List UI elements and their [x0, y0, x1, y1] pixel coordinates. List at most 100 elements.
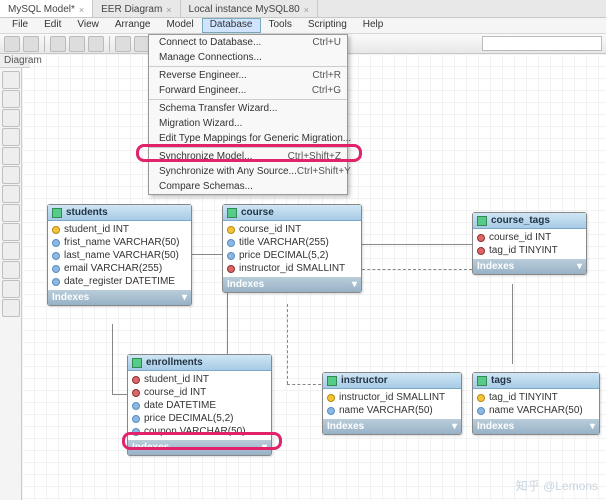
toolbar-button[interactable]: [115, 36, 131, 52]
document-tabs: MySQL Model*× EER Diagram× Local instanc…: [0, 0, 606, 18]
column-icon: [132, 415, 140, 423]
column-icon: [132, 402, 140, 410]
search-input[interactable]: [482, 36, 602, 51]
image-tool-icon[interactable]: [2, 166, 20, 184]
toolbar-button[interactable]: [88, 36, 104, 52]
indexes-section[interactable]: Indexes▾: [473, 259, 586, 274]
column[interactable]: student_id INT: [48, 223, 191, 236]
menu-item-schema-transfer[interactable]: Schema Transfer Wizard...: [149, 101, 347, 116]
watermark: 知乎 @Lemons: [516, 477, 598, 494]
hand-tool-icon[interactable]: [2, 90, 20, 108]
panel-title: Diagram: [0, 54, 30, 68]
column[interactable]: course_id INT: [223, 223, 361, 236]
column[interactable]: course_id INT: [128, 386, 271, 399]
menu-edit[interactable]: Edit: [36, 18, 69, 33]
tab-connection[interactable]: Local instance MySQL80×: [181, 0, 318, 17]
menu-item-synchronize-model[interactable]: Synchronize Model...Ctrl+Shift+Z: [149, 149, 347, 164]
eraser-tool-icon[interactable]: [2, 109, 20, 127]
table-icon: [132, 358, 142, 368]
menu-item-type-mappings[interactable]: Edit Type Mappings for Generic Migration…: [149, 131, 347, 146]
column[interactable]: title VARCHAR(255): [223, 236, 361, 249]
indexes-section[interactable]: Indexes▾: [48, 290, 191, 305]
close-icon[interactable]: ×: [304, 5, 309, 15]
entity-enrollments[interactable]: enrollments student_id INT course_id INT…: [127, 354, 272, 456]
relation-11-tool-icon[interactable]: [2, 204, 20, 222]
menu-help[interactable]: Help: [355, 18, 392, 33]
close-icon[interactable]: ×: [79, 5, 84, 15]
layer-tool-icon[interactable]: [2, 128, 20, 146]
relation-11b-tool-icon[interactable]: [2, 242, 20, 260]
column[interactable]: instructor_id SMALLINT: [223, 262, 361, 275]
entity-course[interactable]: course course_id INT title VARCHAR(255) …: [222, 204, 362, 293]
indexes-section[interactable]: Indexes▾: [473, 419, 599, 434]
column[interactable]: name VARCHAR(50): [473, 404, 599, 417]
toolbar-button[interactable]: [4, 36, 20, 52]
entity-students[interactable]: students student_id INT frist_name VARCH…: [47, 204, 192, 306]
column[interactable]: course_id INT: [473, 231, 586, 244]
relation-place-tool-icon[interactable]: [2, 299, 20, 317]
menu-item-migration-wizard[interactable]: Migration Wizard...: [149, 116, 347, 131]
entity-tags[interactable]: tags tag_id TINYINT name VARCHAR(50) Ind…: [472, 372, 600, 435]
pk-icon: [227, 226, 235, 234]
chevron-down-icon: ▾: [452, 421, 457, 432]
column[interactable]: date DATETIME: [128, 399, 271, 412]
menu-scripting[interactable]: Scripting: [300, 18, 355, 33]
toolbar-button[interactable]: [50, 36, 66, 52]
close-icon[interactable]: ×: [166, 5, 171, 15]
menu-item-connect[interactable]: Connect to Database...Ctrl+U: [149, 35, 347, 50]
column[interactable]: instructor_id SMALLINT: [323, 391, 461, 404]
column[interactable]: date_register DATETIME: [48, 275, 191, 288]
menu-item-compare-schemas[interactable]: Compare Schemas...: [149, 179, 347, 194]
database-menu-dropdown: Connect to Database...Ctrl+U Manage Conn…: [148, 34, 348, 195]
menu-view[interactable]: View: [69, 18, 107, 33]
indexes-section[interactable]: Indexes▾: [323, 419, 461, 434]
column[interactable]: price DECIMAL(5,2): [223, 249, 361, 262]
column[interactable]: tag_id TINYINT: [473, 391, 599, 404]
table-icon: [477, 216, 487, 226]
entity-instructor[interactable]: instructor instructor_id SMALLINT name V…: [322, 372, 462, 435]
menu-item-manage-connections[interactable]: Manage Connections...: [149, 50, 347, 65]
relation-1n-tool-icon[interactable]: [2, 223, 20, 241]
column-icon: [227, 252, 235, 260]
separator: [109, 36, 110, 52]
column[interactable]: coupon VARCHAR(50): [128, 425, 271, 438]
relation-nm-tool-icon[interactable]: [2, 280, 20, 298]
column[interactable]: email VARCHAR(255): [48, 262, 191, 275]
column[interactable]: last_name VARCHAR(50): [48, 249, 191, 262]
column[interactable]: name VARCHAR(50): [323, 404, 461, 417]
entity-title: course: [241, 207, 274, 218]
menu-database[interactable]: Database: [202, 18, 261, 33]
menu-item-forward-engineer[interactable]: Forward Engineer...Ctrl+G: [149, 83, 347, 98]
toolbar-button[interactable]: [69, 36, 85, 52]
indexes-section[interactable]: Indexes▾: [223, 277, 361, 292]
note-tool-icon[interactable]: [2, 147, 20, 165]
tab-model[interactable]: MySQL Model*×: [0, 0, 93, 17]
table-icon: [327, 376, 337, 386]
entity-title: enrollments: [146, 357, 203, 368]
column[interactable]: tag_id TINYINT: [473, 244, 586, 257]
fk-icon: [130, 374, 141, 385]
entity-course-tags[interactable]: course_tags course_id INT tag_id TINYINT…: [472, 212, 587, 275]
relation-1nb-tool-icon[interactable]: [2, 261, 20, 279]
separator: [44, 36, 45, 52]
indexes-section[interactable]: Indexes▾: [128, 440, 271, 455]
menu-item-synchronize-any[interactable]: Synchronize with Any Source...Ctrl+Shift…: [149, 164, 347, 179]
menu-item-reverse-engineer[interactable]: Reverse Engineer...Ctrl+R: [149, 68, 347, 83]
column[interactable]: price DECIMAL(5,2): [128, 412, 271, 425]
menu-tools[interactable]: Tools: [261, 18, 300, 33]
toolbar-button[interactable]: [23, 36, 39, 52]
tab-eer[interactable]: EER Diagram×: [93, 0, 180, 17]
chevron-down-icon: ▾: [577, 261, 582, 272]
pk-icon: [327, 394, 335, 402]
column[interactable]: student_id INT: [128, 373, 271, 386]
column-icon: [477, 407, 485, 415]
column[interactable]: frist_name VARCHAR(50): [48, 236, 191, 249]
menu-model[interactable]: Model: [158, 18, 201, 33]
column-icon: [327, 407, 335, 415]
chevron-down-icon: ▾: [262, 442, 267, 453]
menu-file[interactable]: File: [4, 18, 36, 33]
table-tool-icon[interactable]: [2, 185, 20, 203]
fk-icon: [130, 387, 141, 398]
pointer-tool-icon[interactable]: [2, 71, 20, 89]
menu-arrange[interactable]: Arrange: [107, 18, 159, 33]
